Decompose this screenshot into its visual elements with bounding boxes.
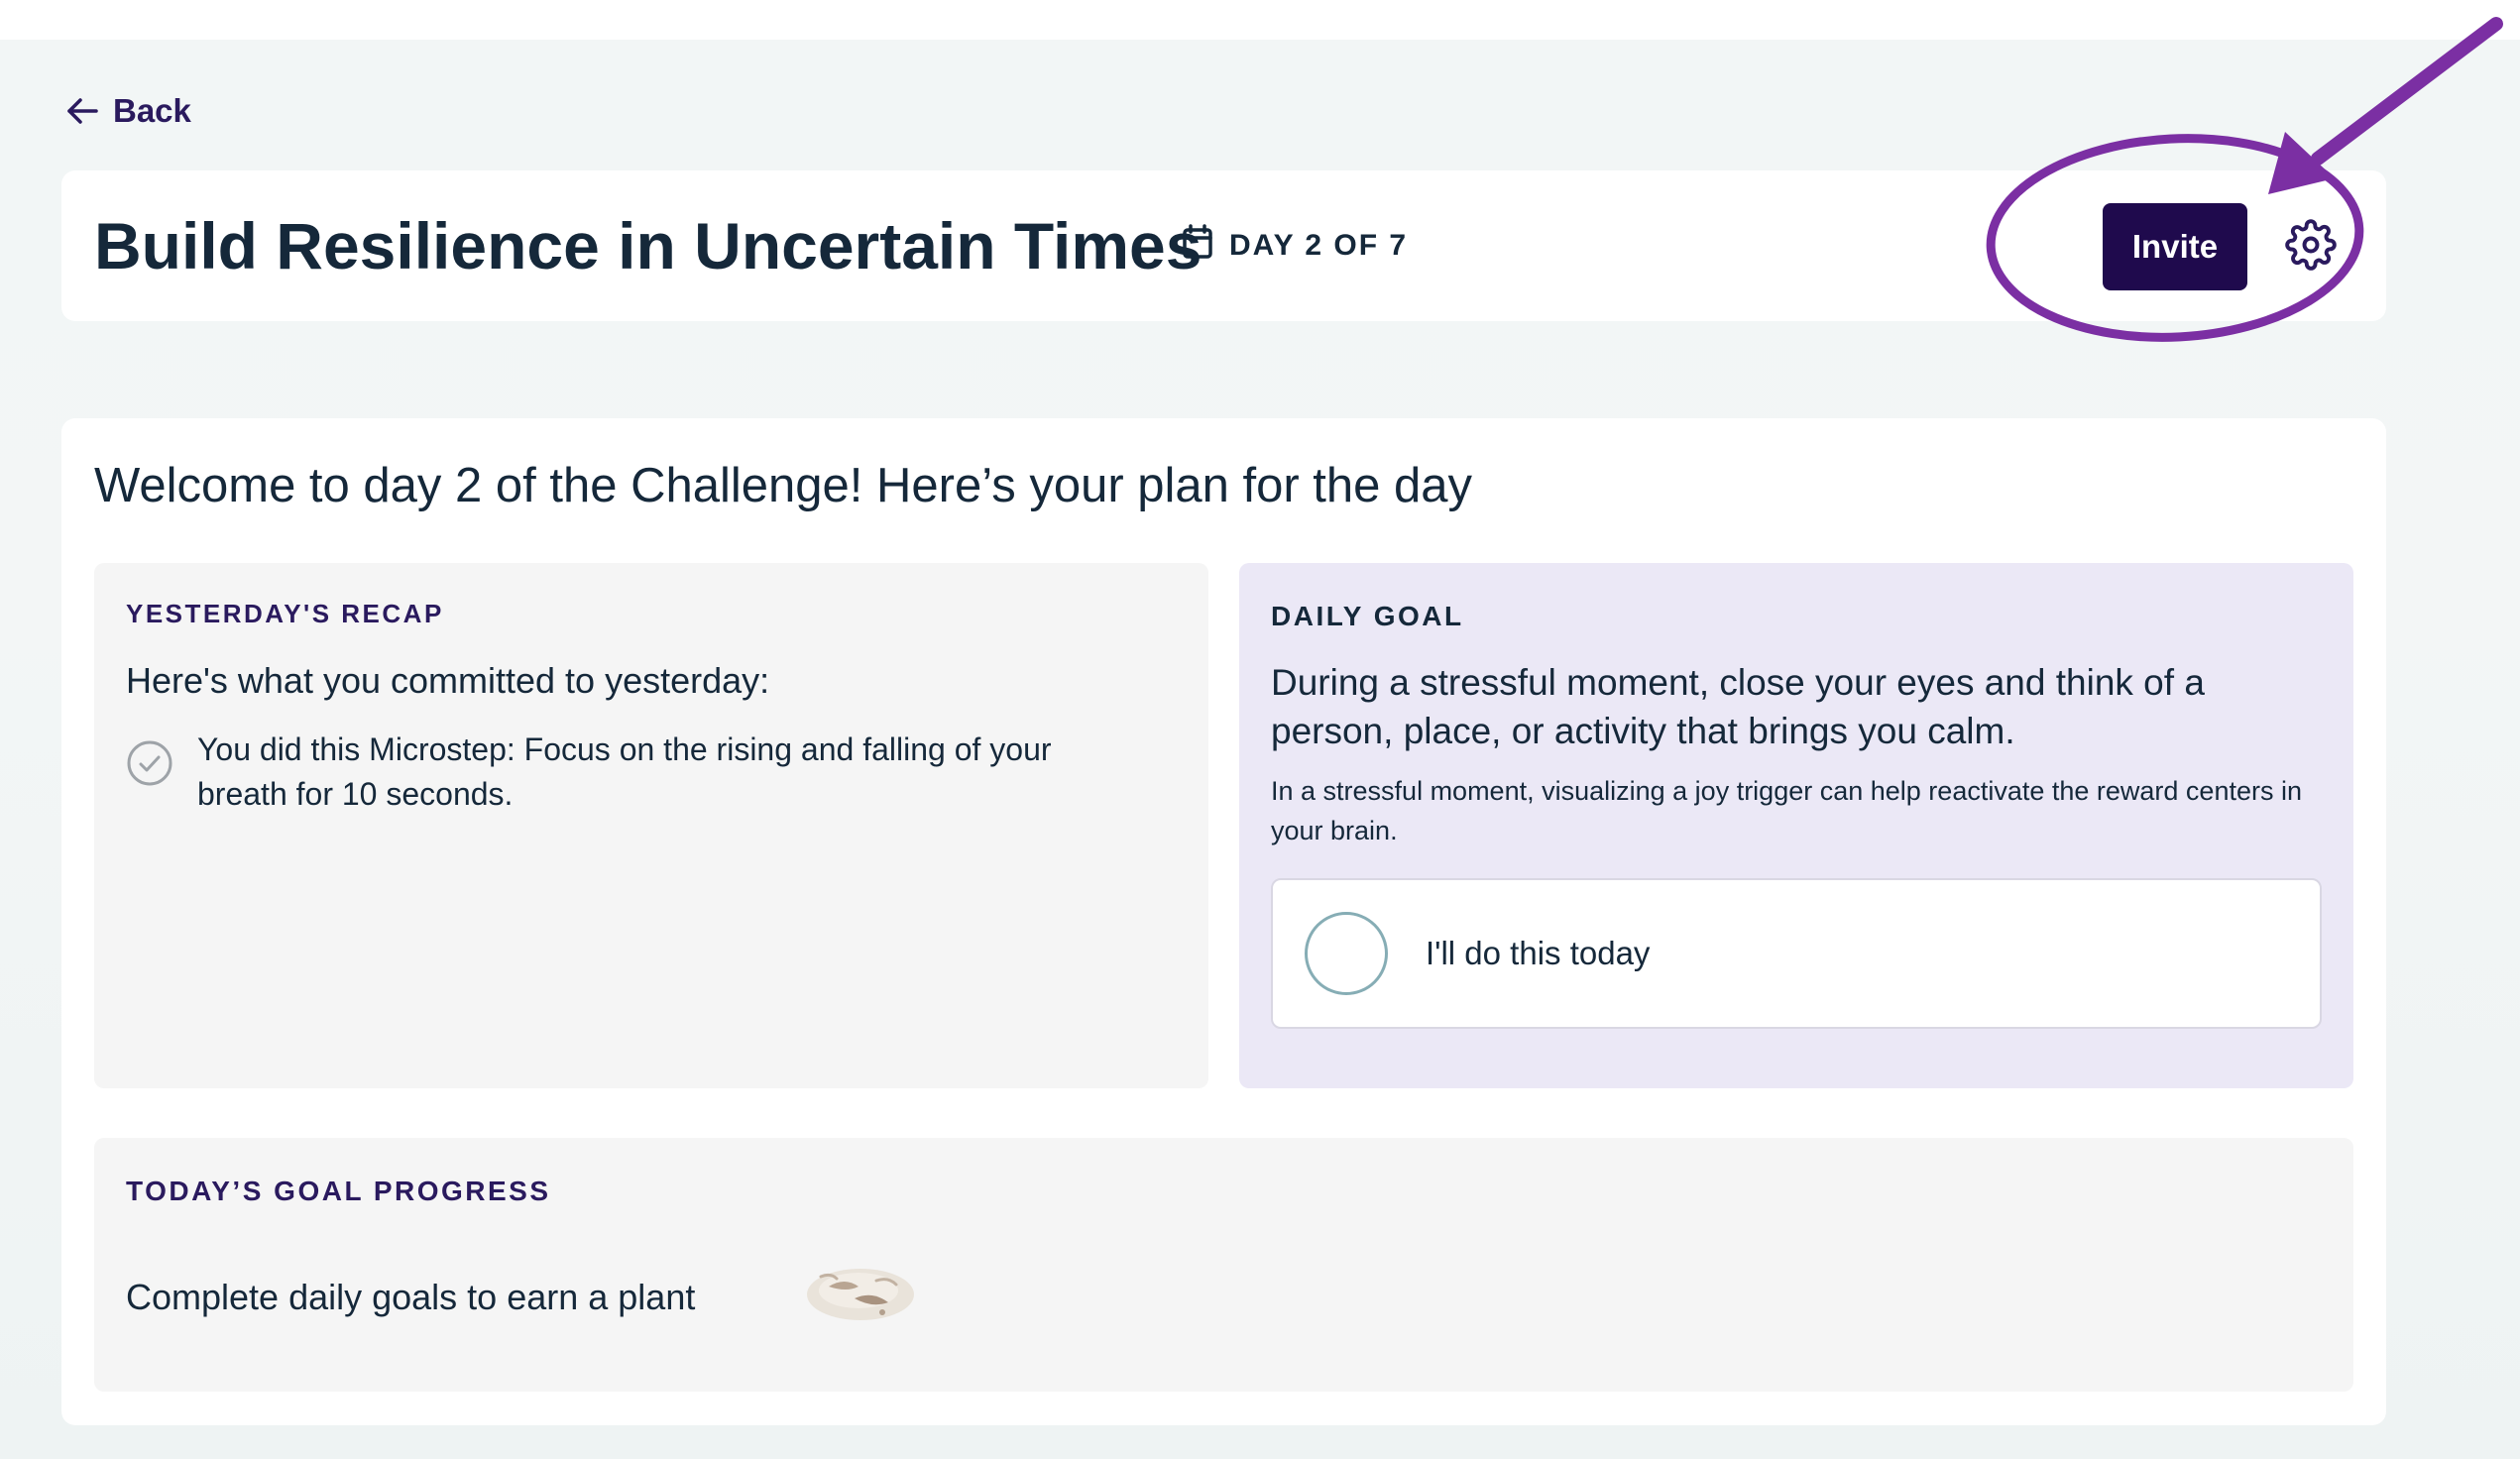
gear-icon [2285, 218, 2337, 276]
challenge-header: Build Resilience in Uncertain Times DAY … [61, 170, 2386, 321]
daily-goal-description: In a stressful moment, visualizing a joy… [1271, 776, 2302, 845]
daily-goal-panel: DAILY GOAL During a stressful moment, cl… [1239, 563, 2353, 1088]
commit-today-label: I'll do this today [1426, 935, 1651, 971]
goal-progress-text: Complete daily goals to earn a plant [126, 1277, 696, 1317]
plant-seed-icon [807, 1269, 914, 1320]
commit-today-option[interactable]: I'll do this today [1271, 878, 2322, 1029]
recap-intro: Here's what you committed to yesterday: [126, 660, 770, 701]
arrow-left-icon [65, 96, 99, 126]
recap-microstep-text: You did this Microstep: Focus on the ris… [197, 731, 1052, 812]
yesterday-recap-panel: YESTERDAY'S RECAP Here's what you commit… [94, 563, 1208, 1088]
daily-goal-label: DAILY GOAL [1271, 601, 1464, 631]
recap-microstep-item: You did this Microstep: Focus on the ris… [126, 728, 1137, 817]
back-label: Back [113, 92, 191, 129]
back-link[interactable]: Back [65, 85, 191, 137]
recap-section-label: YESTERDAY'S RECAP [126, 599, 444, 628]
page-title: Build Resilience in Uncertain Times [94, 209, 1203, 282]
settings-button[interactable] [2280, 216, 2342, 278]
invite-button[interactable]: Invite [2103, 203, 2247, 290]
day-badge-label: DAY 2 OF 7 [1229, 229, 1409, 262]
goal-progress-panel: TODAY’S GOAL PROGRESS Complete daily goa… [94, 1138, 2353, 1392]
calendar-icon [1182, 224, 1213, 268]
daily-plan-card: Welcome to day 2 of the Challenge! Here’… [61, 418, 2386, 1425]
goal-progress-label: TODAY’S GOAL PROGRESS [126, 1176, 551, 1206]
welcome-heading: Welcome to day 2 of the Challenge! Here’… [94, 459, 1473, 512]
day-progress-badge: DAY 2 OF 7 [1182, 170, 1408, 321]
check-circle-icon [126, 739, 173, 792]
daily-goal-title: During a stressful moment, close your ey… [1271, 662, 2205, 751]
commit-checkbox[interactable] [1305, 912, 1388, 995]
